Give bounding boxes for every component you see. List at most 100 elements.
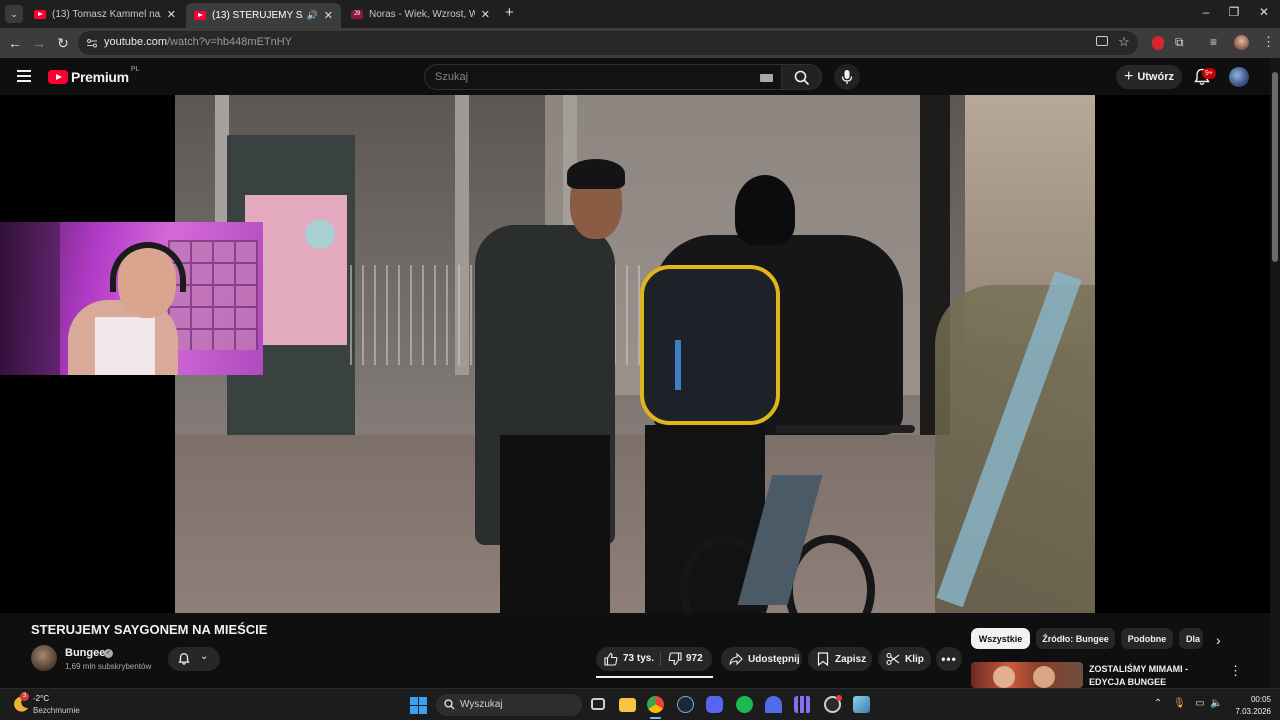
browser-tab-1[interactable]: (13) Tomasz Kammel nazwany k ✕ bbox=[26, 3, 184, 25]
task-view-icon[interactable] bbox=[591, 698, 605, 710]
weather-condition: Bezchmurnie bbox=[33, 706, 80, 715]
share-button[interactable]: Udostępnij bbox=[721, 647, 802, 671]
webcam-tank-top bbox=[95, 317, 155, 375]
subscription-notification-button[interactable]: ⌄ bbox=[168, 647, 220, 671]
volume-tray-icon[interactable]: 🔈 bbox=[1210, 698, 1222, 710]
file-explorer-icon[interactable] bbox=[619, 698, 636, 712]
scissors-icon bbox=[886, 652, 900, 666]
extensions-puzzle-icon[interactable]: ⧉ bbox=[1175, 35, 1184, 50]
vertical-dots-menu-icon[interactable]: ⋮ bbox=[1229, 664, 1242, 678]
chrome-icon[interactable] bbox=[647, 696, 664, 713]
dislike-count: 972 bbox=[686, 653, 703, 664]
close-tab-icon[interactable]: ✕ bbox=[481, 8, 490, 21]
like-dislike-group: 73 tys. 972 bbox=[596, 647, 712, 671]
recommended-video-thumbnail[interactable] bbox=[971, 662, 1083, 688]
search-button[interactable] bbox=[782, 64, 822, 90]
share-icon bbox=[729, 652, 743, 666]
hamburger-menu-icon[interactable] bbox=[17, 70, 31, 82]
reload-icon[interactable]: ↻ bbox=[54, 34, 72, 52]
browser-menu-icon[interactable]: ⋮ bbox=[1262, 34, 1275, 50]
search-input[interactable]: Szukaj bbox=[424, 64, 782, 90]
thumb-face bbox=[993, 666, 1015, 688]
share-label: Udostępnij bbox=[748, 653, 800, 665]
streamer-webcam-overlay bbox=[0, 222, 263, 375]
search-icon bbox=[444, 699, 455, 710]
extension-icon[interactable] bbox=[1152, 36, 1164, 50]
speaker-icon[interactable]: 🔊 bbox=[307, 10, 318, 21]
page-scrollbar[interactable] bbox=[1270, 58, 1280, 688]
spotify-icon[interactable] bbox=[736, 696, 753, 713]
bookmark-star-icon[interactable]: ☆ bbox=[1118, 34, 1130, 50]
like-ratio-underline bbox=[596, 676, 713, 678]
browser-tab-strip: ⌄ (13) Tomasz Kammel nazwany k ✕ (13) ST… bbox=[0, 0, 1280, 28]
url-text: youtube.com/watch?v=hb448mETnHY bbox=[104, 36, 292, 48]
display-tray-icon[interactable]: ▭ bbox=[1194, 698, 1206, 710]
chips-next-chevron-icon[interactable]: › bbox=[1216, 632, 1221, 648]
chip-for-you[interactable]: Dla bbox=[1179, 628, 1203, 649]
url-path: /watch?v=hb448mETnHY bbox=[166, 36, 293, 48]
search-placeholder: Szukaj bbox=[435, 71, 469, 83]
like-button[interactable]: 73 tys. bbox=[596, 647, 660, 671]
tab-title: Noras - Wiek, Wzrost, Waga, W bbox=[369, 8, 475, 20]
windows-taskbar: 3 -2°C Bezchmurnie Wyszukaj ⌃ 🎙 ▭ 🔈 00:0… bbox=[0, 688, 1280, 720]
video-player[interactable] bbox=[0, 95, 1270, 613]
browser-tab-3[interactable]: J9 Noras - Wiek, Wzrost, Waga, W ✕ bbox=[343, 3, 498, 25]
video-frame[interactable] bbox=[175, 95, 1095, 613]
microphone-tray-icon[interactable]: 🎙 bbox=[1173, 698, 1186, 710]
forward-arrow-icon[interactable]: → bbox=[30, 34, 48, 52]
arc-browser-icon[interactable] bbox=[765, 696, 782, 713]
plus-icon: + bbox=[1123, 68, 1134, 85]
taskbar-clock[interactable]: 00:05 7.03.2026 bbox=[1227, 694, 1271, 718]
close-tab-icon[interactable]: ✕ bbox=[167, 8, 176, 21]
back-arrow-icon[interactable]: ← bbox=[6, 34, 24, 52]
active-app-indicator bbox=[650, 717, 661, 719]
taskbar-search-input[interactable]: Wyszukaj bbox=[436, 694, 582, 716]
browser-tab-2[interactable]: (13) STERUJEMY SAYGONEM 🔊 ✕ bbox=[186, 3, 341, 28]
poster-badge bbox=[305, 219, 335, 249]
create-button[interactable]: + Utwórz bbox=[1116, 65, 1182, 89]
browser-toolbar: ← → ↻ youtube.com/watch?v=hb448mETnHY ☆ … bbox=[0, 28, 1280, 58]
youtube-favicon-icon bbox=[34, 9, 46, 19]
chip-all[interactable]: Wszystkie bbox=[971, 628, 1030, 649]
tab-search-button[interactable]: ⌄ bbox=[5, 5, 23, 23]
webcam-shelf bbox=[168, 240, 258, 350]
subscriber-count: 1,69 mln subskrybentów bbox=[65, 662, 152, 671]
chip-from-channel[interactable]: Źródło: Bungee bbox=[1036, 628, 1115, 649]
tray-overflow-chevron-icon[interactable]: ⌃ bbox=[1152, 698, 1164, 710]
discord-icon[interactable] bbox=[706, 696, 723, 713]
site-settings-icon[interactable] bbox=[86, 37, 98, 49]
restore-window-icon[interactable]: ❐ bbox=[1224, 5, 1244, 19]
close-window-icon[interactable]: ✕ bbox=[1254, 5, 1274, 19]
bicycle-handlebar bbox=[775, 425, 915, 433]
thumbs-up-icon bbox=[604, 652, 618, 666]
create-label: Utwórz bbox=[1137, 71, 1174, 83]
profile-avatar[interactable] bbox=[1234, 35, 1249, 50]
account-avatar[interactable] bbox=[1229, 67, 1249, 87]
photo-app-icon[interactable] bbox=[853, 696, 870, 713]
steam-icon[interactable] bbox=[677, 696, 694, 713]
more-horizontal-icon: ••• bbox=[941, 652, 957, 666]
new-tab-button[interactable]: + bbox=[505, 5, 514, 21]
address-bar[interactable]: youtube.com/watch?v=hb448mETnHY ☆ bbox=[78, 31, 1138, 55]
recommended-video-title[interactable]: ZOSTALIŚMY MIMAMI - EDYCJA BUNGEE bbox=[1089, 663, 1219, 689]
more-actions-button[interactable]: ••• bbox=[936, 647, 962, 671]
minimize-window-icon[interactable]: – bbox=[1196, 5, 1216, 19]
clip-button[interactable]: Klip bbox=[878, 647, 931, 671]
grid-app-icon[interactable] bbox=[794, 696, 811, 713]
channel-name[interactable]: Bungee bbox=[65, 647, 105, 659]
youtube-premium-logo[interactable]: Premium PL bbox=[48, 66, 139, 85]
voice-search-button[interactable] bbox=[834, 64, 860, 90]
media-controls-icon[interactable]: ≡ bbox=[1210, 35, 1217, 49]
windows-start-icon[interactable] bbox=[410, 697, 427, 714]
channel-avatar[interactable] bbox=[31, 645, 57, 671]
dislike-button[interactable]: 972 bbox=[662, 647, 712, 671]
install-app-icon[interactable] bbox=[1096, 36, 1108, 46]
microphone-icon bbox=[841, 70, 853, 84]
save-label: Zapisz bbox=[835, 653, 867, 665]
chip-related[interactable]: Podobne bbox=[1121, 628, 1173, 649]
save-button[interactable]: Zapisz bbox=[808, 647, 872, 671]
scrollbar-thumb[interactable] bbox=[1272, 72, 1278, 262]
keyboard-icon[interactable] bbox=[760, 74, 773, 82]
thumbs-down-icon bbox=[668, 652, 682, 666]
close-tab-icon[interactable]: ✕ bbox=[324, 9, 333, 22]
